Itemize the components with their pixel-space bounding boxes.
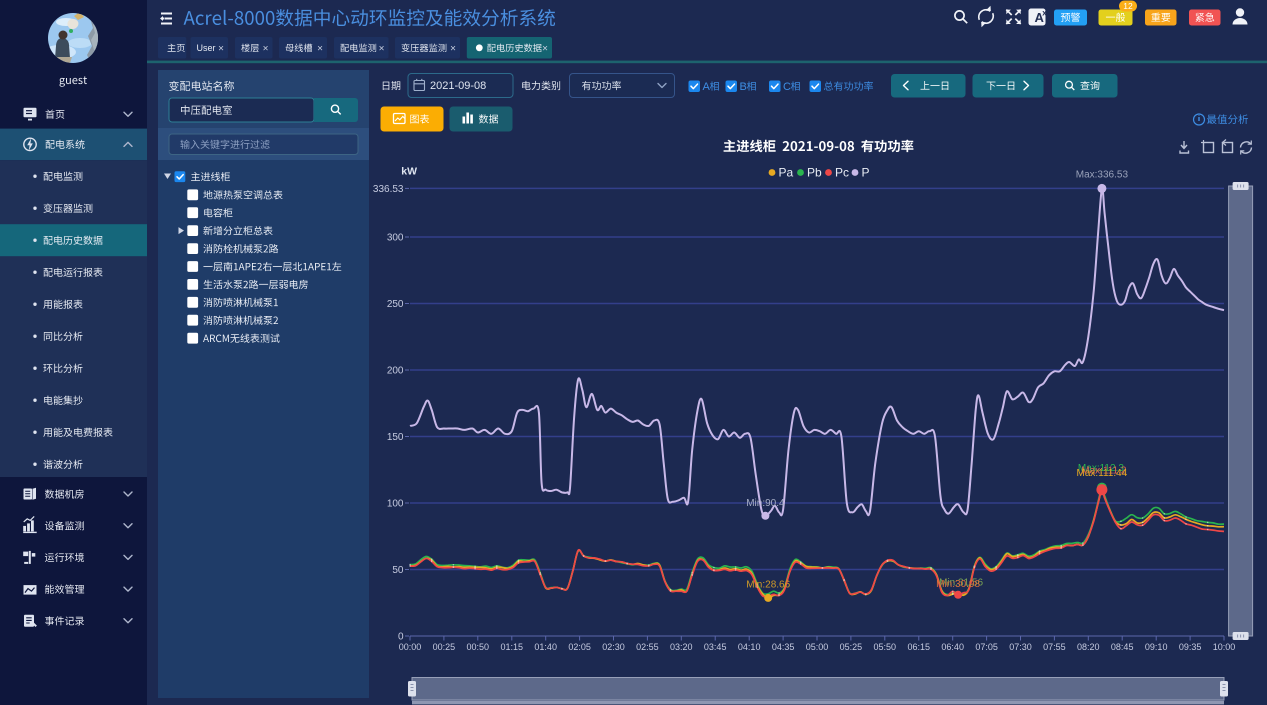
svg-text:×: × [542,43,548,54]
svg-text:×: × [450,43,456,54]
svg-text:Pb: Pb [807,166,822,180]
svg-text:C: C [783,81,791,93]
svg-text:A: A [703,81,711,93]
svg-text:P: P [862,166,870,180]
svg-text:01:15: 01:15 [501,642,524,652]
svg-text:07:05: 07:05 [975,642,998,652]
svg-text:06:40: 06:40 [941,642,964,652]
svg-text:05:50: 05:50 [874,642,897,652]
svg-text:03:20: 03:20 [670,642,693,652]
svg-text:0: 0 [398,632,404,643]
svg-text:2021-09-08: 2021-09-08 [430,80,486,92]
svg-text:08:20: 08:20 [1077,642,1100,652]
svg-text:User: User [197,43,216,53]
svg-text:02:05: 02:05 [568,642,591,652]
svg-text:×: × [263,43,269,54]
svg-text:Pa: Pa [779,166,794,180]
svg-text:Min:28.66: Min:28.66 [746,580,790,591]
svg-text:×: × [379,43,385,54]
svg-text:04:10: 04:10 [738,642,761,652]
svg-text:200: 200 [387,366,404,377]
svg-text:02:55: 02:55 [636,642,659,652]
svg-text:250: 250 [387,299,404,310]
svg-text:10:00: 10:00 [1213,642,1236,652]
svg-text:×: × [218,43,224,54]
svg-text:50: 50 [392,565,404,576]
svg-text:300: 300 [387,233,404,244]
svg-text:Max:111.44: Max:111.44 [1077,468,1128,479]
svg-text:00:25: 00:25 [433,642,456,652]
svg-text:05:25: 05:25 [840,642,863,652]
svg-text:02:30: 02:30 [602,642,625,652]
svg-text:00:00: 00:00 [399,642,422,652]
svg-text:05:00: 05:00 [806,642,829,652]
svg-text:150: 150 [387,432,404,443]
svg-text:07:30: 07:30 [1009,642,1032,652]
svg-text:kW: kW [401,166,417,178]
svg-text:03:45: 03:45 [704,642,727,652]
svg-text:Max:336.53: Max:336.53 [1076,170,1129,181]
svg-text:Min:30.98: Min:30.98 [936,579,980,590]
svg-text:Pc: Pc [835,166,849,180]
svg-text:B: B [740,81,747,93]
svg-text:336.53: 336.53 [373,184,404,195]
svg-text:01:40: 01:40 [534,642,557,652]
svg-text:09:10: 09:10 [1145,642,1168,652]
svg-text:x: x [1042,9,1047,18]
svg-text:04:35: 04:35 [772,642,795,652]
svg-text:×: × [317,43,323,54]
svg-text:Min:90.4: Min:90.4 [746,498,785,509]
svg-text:00:50: 00:50 [467,642,490,652]
svg-text:12: 12 [1123,1,1133,11]
svg-text:08:45: 08:45 [1111,642,1134,652]
svg-text:06:15: 06:15 [908,642,931,652]
svg-text:07:55: 07:55 [1043,642,1066,652]
svg-text:09:35: 09:35 [1179,642,1202,652]
svg-text:100: 100 [387,499,404,510]
